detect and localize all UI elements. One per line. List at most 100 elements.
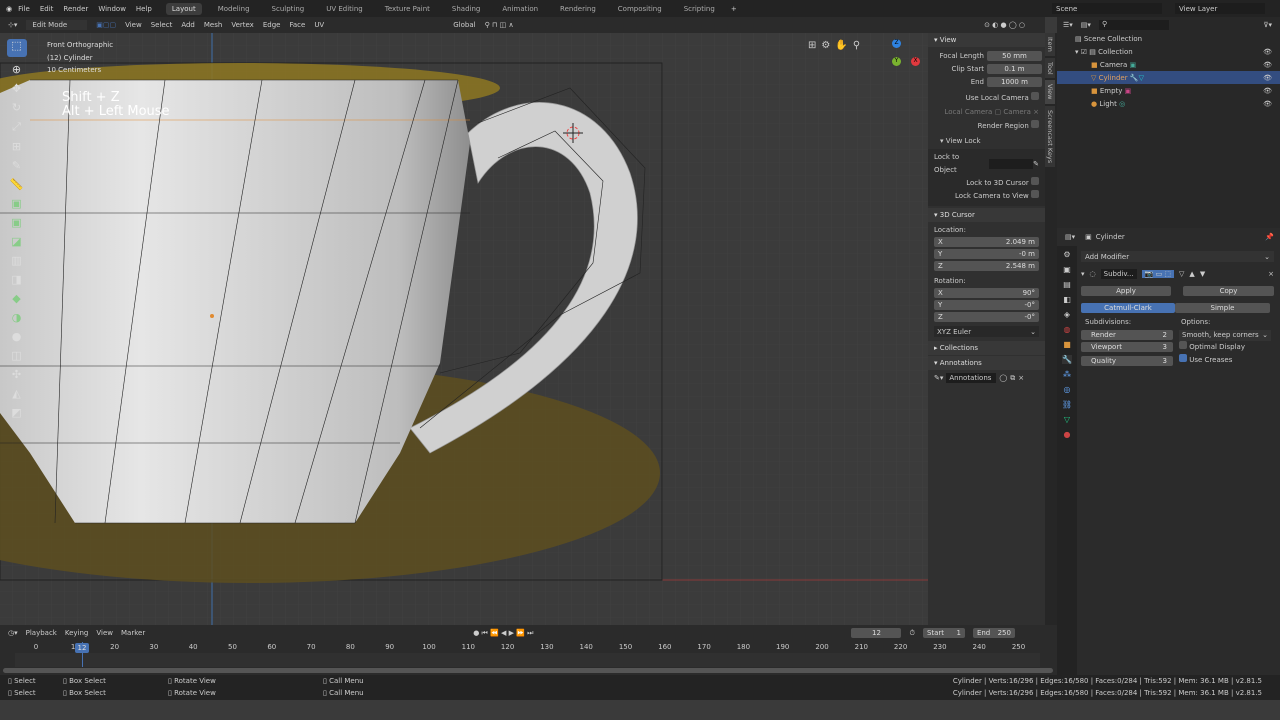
timeline-scrollbar[interactable] xyxy=(3,668,1053,673)
mesh-data-icon[interactable]: ▽ xyxy=(1139,74,1144,82)
gizmo-z[interactable]: Z xyxy=(892,39,901,48)
menu-vertex[interactable]: Vertex xyxy=(231,21,254,29)
eye-icon[interactable]: 👁 xyxy=(1263,87,1272,95)
use-creases-checkbox[interactable] xyxy=(1179,354,1187,362)
mode-selector[interactable]: Edit Mode xyxy=(26,20,88,30)
cursor-tool-icon[interactable]: ⊕ xyxy=(12,63,21,76)
eye-icon[interactable]: 👁 xyxy=(1263,48,1272,56)
output-tab-icon[interactable]: ▤ xyxy=(1063,280,1071,289)
clip-start-field[interactable]: 0.1 m xyxy=(987,64,1042,74)
outliner-search-input[interactable]: ⚲ xyxy=(1098,19,1169,30)
view-layer-selector[interactable]: View Layer xyxy=(1175,3,1265,14)
3d-viewport[interactable]: Front Orthographic (12) Cylinder 10 Cent… xyxy=(0,33,928,625)
shading-buttons[interactable]: ⊙ ◐ ● ◯ ○ xyxy=(984,21,1025,29)
tab-layout[interactable]: Layout xyxy=(165,2,202,15)
render-levels-field[interactable]: Render 2 xyxy=(1081,330,1173,340)
modifier-name-field[interactable]: Subdiv... xyxy=(1100,268,1137,279)
tab-animation[interactable]: Animation xyxy=(496,3,544,15)
render-tab-icon[interactable]: ▣ xyxy=(1063,265,1071,274)
modifier-visibility-toggles[interactable]: 📷 ▭ ⬚ xyxy=(1141,269,1175,278)
cursor-rotation-z[interactable]: Z -0° xyxy=(934,312,1039,322)
cursor-rotation-y[interactable]: Y -0° xyxy=(934,300,1039,310)
start-frame-field[interactable]: Start 1 xyxy=(922,628,965,638)
editor-type-icon[interactable]: ▤▾ xyxy=(1065,233,1075,241)
smooth-tool-icon[interactable]: ● xyxy=(12,330,22,343)
bevel-tool-icon[interactable]: ◪ xyxy=(11,235,21,248)
focal-length-field[interactable]: 50 mm xyxy=(987,51,1042,61)
collapse-icon[interactable]: ▾ xyxy=(1081,270,1085,278)
pin-icon[interactable]: 📌 xyxy=(1265,233,1274,241)
playback-controls[interactable]: ● ⏮ ⏪ ◀ ▶ ⏩ ⏭ xyxy=(473,629,533,638)
menu-face[interactable]: Face xyxy=(289,21,305,29)
menu-edit[interactable]: Edit xyxy=(40,5,54,13)
shear-tool-icon[interactable]: ◭ xyxy=(12,387,20,400)
panel-3d-cursor-header[interactable]: ▾ 3D Cursor xyxy=(928,208,1045,222)
scale-tool-icon[interactable]: ⤢ xyxy=(12,120,21,134)
tab-shading[interactable]: Shading xyxy=(446,3,486,15)
scene-selector[interactable]: Scene xyxy=(1052,3,1162,14)
end-frame-field[interactable]: End 250 xyxy=(972,628,1015,638)
pan-hand-icon[interactable]: ✋ xyxy=(835,40,847,51)
eye-icon[interactable]: 👁 xyxy=(1263,100,1272,108)
data-tab-icon[interactable]: ▽ xyxy=(1064,415,1070,424)
menu-playback[interactable]: Playback xyxy=(26,629,57,637)
simple-button[interactable]: Simple xyxy=(1175,303,1270,313)
sidebar-tab-screencast-keys[interactable]: Screencast Keys xyxy=(1045,105,1055,167)
spin-tool-icon[interactable]: ◑ xyxy=(12,311,22,324)
annotation-layer-field[interactable]: Annotations xyxy=(946,373,997,383)
menu-mesh[interactable]: Mesh xyxy=(204,21,222,29)
eye-icon[interactable]: 👁 xyxy=(1263,74,1272,82)
camera-view-icon[interactable]: ⚙ xyxy=(821,40,830,51)
editor-type-icon[interactable]: ⊹▾ xyxy=(8,21,17,29)
axis-gizmo[interactable]: Z Y X xyxy=(872,39,922,89)
panel-view-header[interactable]: ▾ View xyxy=(928,33,1045,47)
tab-uv-editing[interactable]: UV Editing xyxy=(320,3,369,15)
eye-icon[interactable]: 👁 xyxy=(1263,61,1272,69)
filter-icon[interactable]: ⊽▾ xyxy=(1263,21,1272,29)
render-region-row[interactable]: Render Region xyxy=(928,119,1039,133)
menu-keying[interactable]: Keying xyxy=(65,629,89,637)
move-up-icon[interactable]: ▲ xyxy=(1189,270,1194,278)
outliner-item-collection[interactable]: ▾ ☑ ▤ Collection 👁 xyxy=(1057,45,1280,58)
outliner-item-empty[interactable]: ■ Empty ▣ 👁 xyxy=(1057,84,1280,97)
rotate-tool-icon[interactable]: ↻ xyxy=(12,101,21,114)
playhead-frame-label[interactable]: 12 xyxy=(75,643,89,653)
modifier-wrench-icon[interactable]: 🔧 xyxy=(1130,74,1139,82)
new-copy-icon[interactable]: ⧉ xyxy=(1010,374,1015,383)
tab-texture-paint[interactable]: Texture Paint xyxy=(379,3,436,15)
transform-tool-icon[interactable]: ⊞ xyxy=(12,140,21,153)
use-local-camera-checkbox[interactable] xyxy=(1031,92,1039,100)
menu-view[interactable]: View xyxy=(96,629,113,637)
constraints-tab-icon[interactable]: ⛓ xyxy=(1062,400,1072,409)
measure-tool-icon[interactable]: 📏 xyxy=(10,178,24,191)
extrude-tool-icon[interactable]: ▣ xyxy=(11,197,21,210)
view-layer-tab-icon[interactable]: ◧ xyxy=(1063,295,1071,304)
physics-tab-icon[interactable]: ◎ xyxy=(1064,385,1071,394)
shrink-tool-icon[interactable]: ✣ xyxy=(12,368,21,381)
lock-camera-checkbox[interactable] xyxy=(1031,190,1039,198)
particles-tab-icon[interactable]: ⁂ xyxy=(1063,370,1071,379)
scene-tab-icon[interactable]: ◈ xyxy=(1064,310,1070,319)
sidebar-tab-tool[interactable]: Tool xyxy=(1045,57,1055,79)
use-local-camera-row[interactable]: Use Local Camera xyxy=(928,91,1039,105)
eyedropper-icon[interactable]: ✎ xyxy=(1033,158,1039,171)
editor-type-icon[interactable]: ◷▾ xyxy=(8,629,18,637)
add-workspace-icon[interactable]: + xyxy=(731,5,737,13)
outliner-item-cylinder[interactable]: ▽ Cylinder 🔧 ▽ 👁 xyxy=(1057,71,1280,84)
image-icon[interactable]: ▣ xyxy=(1125,87,1132,95)
tab-compositing[interactable]: Compositing xyxy=(612,3,668,15)
lock-to-object-field[interactable] xyxy=(988,159,1034,169)
menu-help[interactable]: Help xyxy=(136,5,152,13)
panel-collections-header[interactable]: ▸ Collections xyxy=(928,341,1045,355)
quality-field[interactable]: Quality 3 xyxy=(1081,356,1173,366)
camera-data-icon[interactable]: ▣ xyxy=(1130,61,1137,69)
move-tool-icon[interactable]: ✥ xyxy=(12,82,21,95)
loop-cut-tool-icon[interactable]: ▥ xyxy=(11,254,21,267)
knife-tool-icon[interactable]: ◨ xyxy=(11,273,21,286)
outliner-item-camera[interactable]: ■ Camera ▣ 👁 xyxy=(1057,58,1280,71)
grid-view-icon[interactable]: ⊞ xyxy=(808,40,816,51)
unlink-icon[interactable]: × xyxy=(1018,374,1024,382)
world-tab-icon[interactable]: ◍ xyxy=(1064,325,1071,334)
tool-tab-icon[interactable]: ⚙ xyxy=(1063,250,1070,259)
blender-logo-icon[interactable]: ◉ xyxy=(6,5,12,13)
